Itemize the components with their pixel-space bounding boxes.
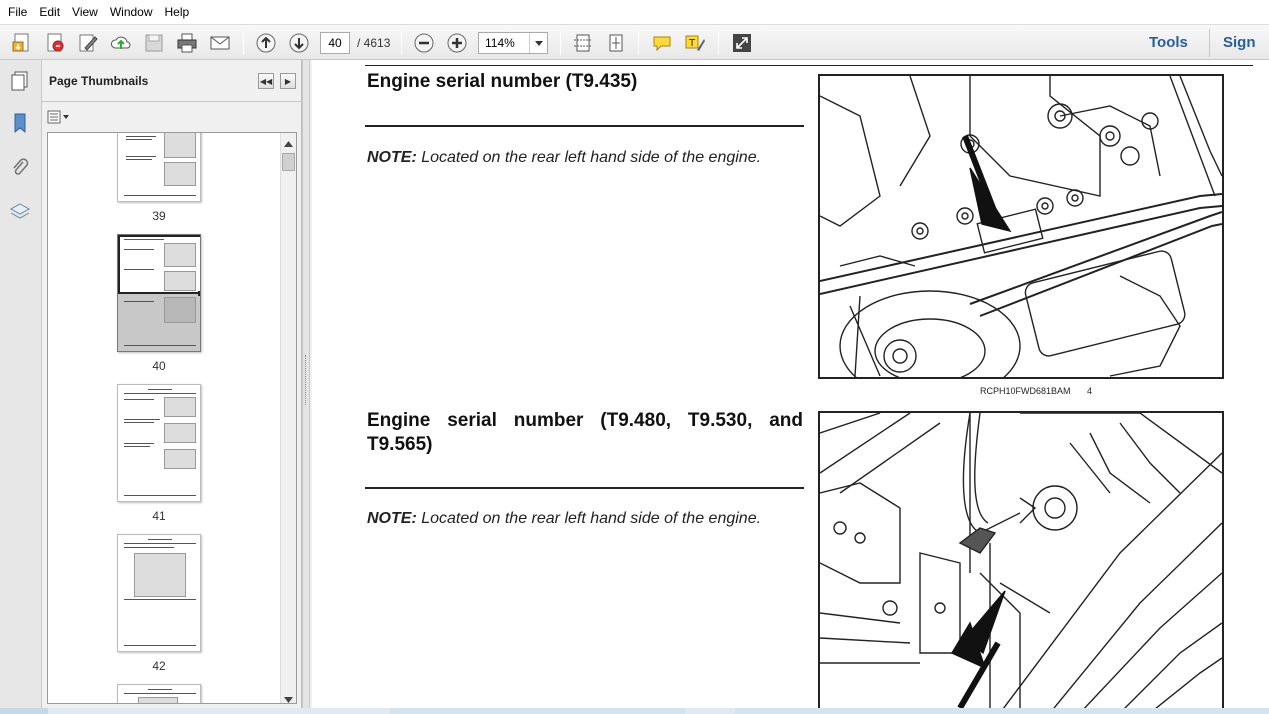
thumbnails-panel: Page Thumbnails ◀◀ ▶ 39 40 41 42 [42,60,302,708]
toolbar-separator [718,31,719,55]
page-thumbnails-icon[interactable] [7,68,33,94]
edit-icon[interactable] [75,30,101,56]
toolbar-separator [638,31,639,55]
thumbnail-scrollbar[interactable] [280,133,296,703]
toolbar-separator [1209,29,1210,57]
note-label: NOTE: [367,149,417,166]
menu-file[interactable]: File [2,0,33,24]
fit-page-icon[interactable] [603,30,629,56]
attachment-icon[interactable] [7,154,33,180]
page-total: / 4613 [357,36,391,50]
menu-edit[interactable]: Edit [33,0,66,24]
panel-splitter[interactable] [302,60,310,708]
thumbnail-label: 42 [152,659,166,673]
menu-help[interactable]: Help [159,0,196,24]
page-number-input[interactable] [320,32,350,54]
print-icon[interactable] [174,30,200,56]
upload-cloud-icon[interactable] [108,30,134,56]
section-note: NOTE: Located on the rear left hand side… [367,149,761,167]
page-up-icon[interactable] [253,30,279,56]
zoom-value: 114% [485,36,515,50]
thumbnail-label: 39 [152,209,166,223]
section-rule [365,125,804,127]
thumbnail-page-42[interactable] [117,534,201,652]
thumbnail-page-40[interactable] [117,234,201,352]
next-panel-icon[interactable]: ▶ [280,73,296,89]
toolbar-separator [560,31,561,55]
panel-title: Page Thumbnails [49,74,149,88]
svg-text:T: T [688,38,696,49]
engine-illustration-1 [818,74,1224,379]
note-text: Located on the rear left hand side of th… [416,149,762,166]
options-button[interactable] [47,108,73,126]
note-text: Located on the rear left hand side of th… [416,510,762,527]
save-icon[interactable] [141,30,167,56]
email-icon[interactable] [207,30,233,56]
create-pdf-icon[interactable] [9,30,35,56]
section-heading: Engine serial number (T9.480, T9.530, an… [367,410,803,455]
scroll-thumb[interactable] [282,153,295,171]
thumbnail-label: 41 [152,509,166,523]
zoom-out-icon[interactable] [411,30,437,56]
scroll-down-icon[interactable] [284,692,293,703]
export-pdf-icon[interactable] [42,30,68,56]
thumbnail-page-39[interactable] [117,133,201,202]
navigation-rail [0,60,42,708]
chevron-down-icon[interactable] [529,33,547,53]
thumbnail-page-41[interactable] [117,384,201,502]
tools-button[interactable]: Tools [1149,34,1188,51]
expand-icon[interactable] [729,30,755,56]
toolbar-separator [243,31,244,55]
thumbnail-list[interactable]: 39 40 41 42 [47,132,297,704]
collapse-panel-icon[interactable]: ◀◀ [258,73,274,89]
sign-button[interactable]: Sign [1223,34,1256,51]
menu-window[interactable]: Window [104,0,159,24]
document-page: Engine serial number (T9.435) NOTE: Loca… [312,60,1269,708]
section-note: NOTE: Located on the rear left hand side… [367,510,761,528]
engine-illustration-2 [818,411,1224,708]
panel-header: Page Thumbnails ◀◀ ▶ [42,60,302,102]
scroll-up-icon[interactable] [284,136,293,150]
figure-caption-number: 4 [1087,386,1093,396]
menu-bar: File Edit View Window Help [0,0,1269,24]
fit-width-icon[interactable] [570,30,596,56]
highlight-icon[interactable]: T [682,30,708,56]
toolbar-separator [401,31,402,55]
status-strip [0,708,1269,714]
toolbar: / 4613 114% T Tools Sign [0,24,1269,60]
figure-caption-code: RCPH10FWD681BAM [980,386,1071,396]
document-area[interactable]: Engine serial number (T9.435) NOTE: Loca… [310,60,1269,708]
menu-view[interactable]: View [66,0,104,24]
thumbnail-label: 40 [152,359,166,373]
comment-icon[interactable] [649,30,675,56]
thumbnail-page-43[interactable] [117,684,201,703]
note-label: NOTE: [367,510,417,527]
zoom-in-icon[interactable] [444,30,470,56]
page-down-icon[interactable] [286,30,312,56]
section-heading: Engine serial number (T9.435) [367,71,638,92]
zoom-select[interactable]: 114% [478,32,548,54]
layers-icon[interactable] [7,198,33,224]
section-rule [365,487,804,489]
bookmark-icon[interactable] [7,110,33,136]
